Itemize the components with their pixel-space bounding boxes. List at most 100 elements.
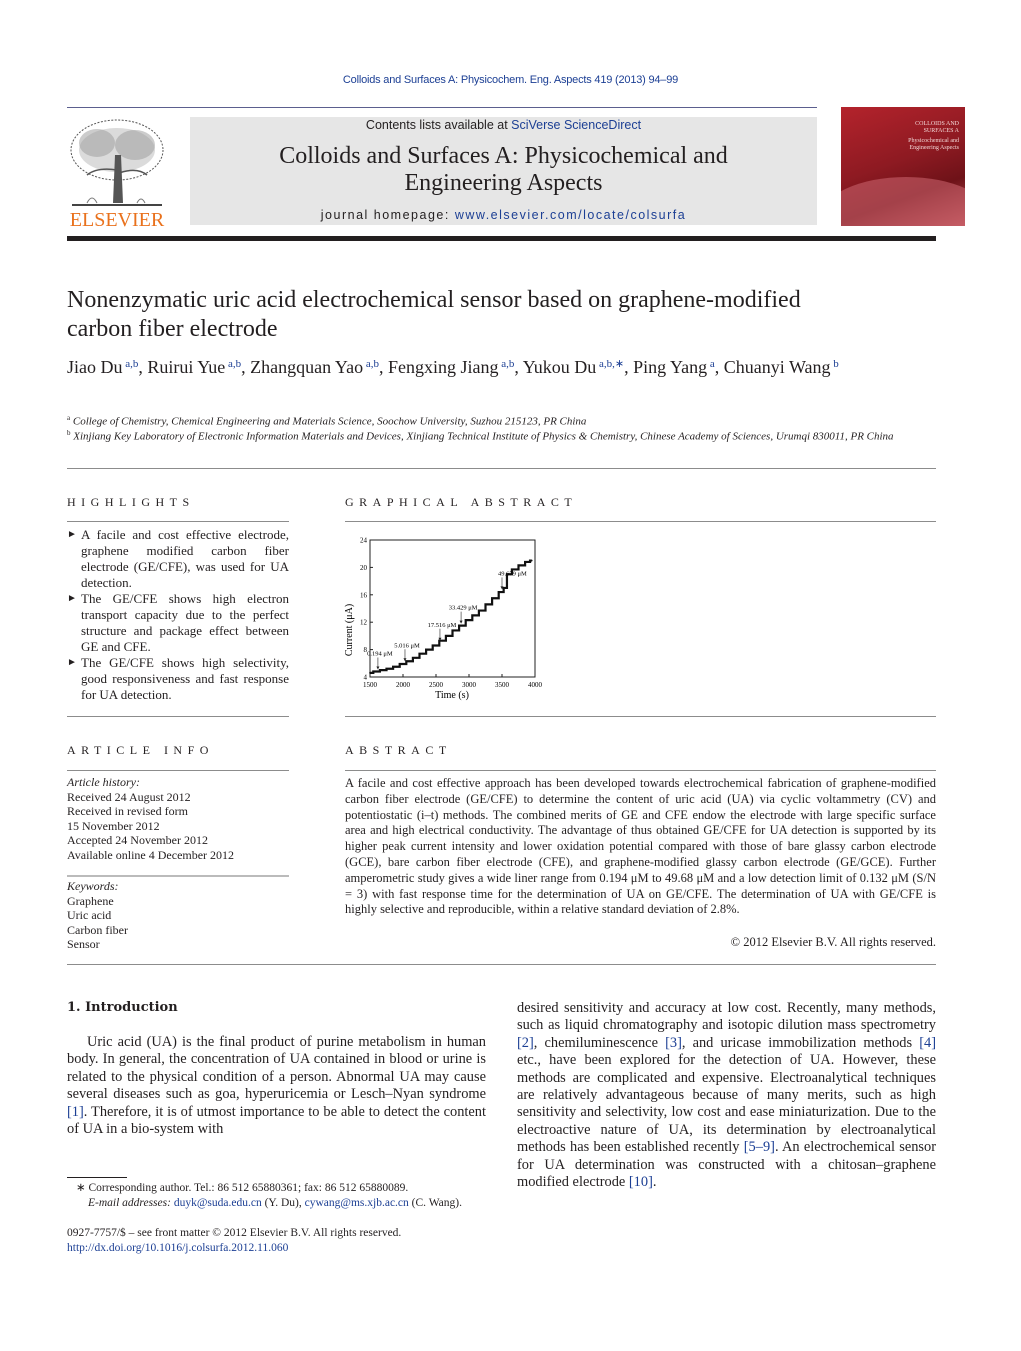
graphical-abstract-figure[interactable]: 1500 2000 2500 3000 3500 4000 4 8 12 16 20 24 0.194… xyxy=(340,532,550,702)
affiliation-mark: a xyxy=(67,414,71,422)
article-history-label: Article history: xyxy=(67,775,140,789)
author-separator: , xyxy=(379,357,388,377)
article-history: Article history: Received 24 August 2012… xyxy=(67,775,234,862)
reference-link[interactable]: [10] xyxy=(629,1174,653,1190)
body-text: . Therefore, it is of utmost importance … xyxy=(67,1103,486,1138)
author-name[interactable]: Chuanyi Wang xyxy=(724,357,831,377)
keyword-item: Sensor xyxy=(67,937,100,951)
author-list: Jiao Du a,b, Ruirui Yue a,b, Zhangquan Y… xyxy=(67,357,947,378)
bullet-triangle-icon: ► xyxy=(67,529,77,540)
email-link[interactable]: cywang@ms.xjb.ac.cn xyxy=(305,1197,409,1209)
email-owner: (Y. Du), xyxy=(261,1197,305,1209)
sciencedirect-link[interactable]: SciVerse ScienceDirect xyxy=(511,118,641,132)
y-tick-label: 4 xyxy=(364,674,368,682)
y-tick-label: 24 xyxy=(360,537,368,545)
keywords-label: Keywords: xyxy=(67,879,119,893)
divider xyxy=(67,964,936,965)
body-text: Uric acid (UA) is the final product of p… xyxy=(67,1034,486,1103)
reference-link[interactable]: [5–9] xyxy=(744,1139,775,1155)
affiliation-mark: b xyxy=(67,429,71,437)
contents-line: Contents lists available at SciVerse Sci… xyxy=(190,118,817,132)
reference-link[interactable]: [4] xyxy=(919,1035,936,1051)
divider xyxy=(345,521,936,522)
divider xyxy=(345,716,936,717)
author-affiliation-mark[interactable]: a,b xyxy=(363,358,379,370)
divider xyxy=(67,716,289,717)
author-name[interactable]: Zhangquan Yao xyxy=(250,357,363,377)
homepage-prefix: journal homepage: xyxy=(320,208,455,222)
elsevier-logo[interactable]: ELSEVIER xyxy=(67,115,167,231)
annotation-arrowhead xyxy=(459,620,463,624)
keywords: Keywords: Graphene Uric acid Carbon fibe… xyxy=(67,879,128,952)
data-point xyxy=(501,591,503,593)
data-point xyxy=(481,609,484,612)
author-separator: , xyxy=(624,357,634,377)
author-name[interactable]: Yukou Du xyxy=(523,357,597,377)
email-addresses: E-mail addresses: duyk@suda.edu.cn (Y. D… xyxy=(88,1196,462,1211)
author-name[interactable]: Ping Yang xyxy=(633,357,707,377)
data-point xyxy=(454,629,457,632)
author-separator: , xyxy=(514,357,523,377)
data-point xyxy=(395,665,398,668)
email-owner: (C. Wang). xyxy=(408,1197,462,1209)
highlight-item: ► The GE/CFE shows high selectivity, good… xyxy=(67,655,289,703)
elsevier-tree-icon: ELSEVIER xyxy=(70,119,165,231)
data-point xyxy=(421,652,424,655)
author-name[interactable]: Ruirui Yue xyxy=(147,357,225,377)
cover-decoration xyxy=(841,177,965,226)
annotation-label: 0.194 μM xyxy=(367,651,393,658)
reference-link[interactable]: [3] xyxy=(665,1035,682,1051)
author-name[interactable]: Fengxing Jiang xyxy=(388,357,499,377)
highlights-heading: HIGHLIGHTS xyxy=(67,495,195,509)
chart-axes: 1500 2000 2500 3000 3500 40004812162024 xyxy=(360,537,543,690)
data-point xyxy=(527,561,530,563)
x-tick-label: 3000 xyxy=(462,681,477,689)
email-link[interactable]: duyk@suda.edu.cn xyxy=(174,1197,262,1209)
abstract-heading: ABSTRACT xyxy=(345,743,452,757)
author-affiliation-mark[interactable]: a xyxy=(707,358,715,370)
bullet-triangle-icon: ► xyxy=(67,593,77,604)
introduction-heading: 1. Introduction xyxy=(67,1000,178,1015)
contents-prefix: Contents lists available at xyxy=(365,118,512,132)
data-point xyxy=(415,656,418,659)
annotation-label: 49.679 μM xyxy=(498,570,527,577)
email-label: E-mail addresses: xyxy=(88,1197,174,1209)
author-affiliation-mark[interactable]: a,b,∗ xyxy=(596,358,624,370)
journal-title: Colloids and Surfaces A: Physicochemical… xyxy=(190,143,817,197)
x-axis-label: Time (s) xyxy=(435,690,469,701)
homepage-link[interactable]: www.elsevier.com/locate/colsurfa xyxy=(455,208,686,222)
author-separator: , xyxy=(241,357,251,377)
author-affiliation-mark[interactable]: a,b xyxy=(123,358,138,370)
journal-citation[interactable]: Colloids and Surfaces A: Physicochem. En… xyxy=(0,74,1021,86)
abstract-text: A facile and cost effective approach has… xyxy=(345,776,936,917)
divider xyxy=(67,770,289,771)
data-point xyxy=(494,597,497,600)
reference-link[interactable]: [2] xyxy=(517,1035,534,1051)
data-point xyxy=(388,667,391,670)
current-time-chart: 1500 2000 2500 3000 3500 40004812162024 0.194… xyxy=(344,537,543,702)
highlight-text: The GE/CFE shows high electron transport… xyxy=(81,591,289,654)
y-tick-label: 16 xyxy=(360,591,368,599)
keyword-item: Uric acid xyxy=(67,908,112,922)
data-point xyxy=(530,559,533,562)
reference-link[interactable]: [1] xyxy=(67,1104,84,1120)
affiliation-text: Xinjiang Key Laboratory of Electronic In… xyxy=(73,430,894,443)
header-divider xyxy=(67,107,817,108)
annotation-label: 17.516 μM xyxy=(428,622,457,629)
body-text: desired sensitivity and accuracy at low … xyxy=(517,1000,936,1034)
body-text: , chemiluminescence xyxy=(533,1034,666,1051)
author-affiliation-mark[interactable]: a,b xyxy=(499,358,514,370)
history-item: Accepted 24 November 2012 xyxy=(67,833,208,847)
author-separator: , xyxy=(714,357,724,377)
journal-cover-image[interactable]: COLLOIDS AND SURFACES A Physicochemical … xyxy=(841,107,965,226)
footnote-rule xyxy=(67,1177,127,1178)
data-point xyxy=(474,614,477,617)
body-text: . xyxy=(652,1174,657,1191)
author-name[interactable]: Jiao Du xyxy=(67,357,123,377)
abstract-copyright: © 2012 Elsevier B.V. All rights reserved… xyxy=(730,935,936,949)
author-affiliation-mark[interactable]: a,b xyxy=(225,358,241,370)
introduction-right-column: desired sensitivity and accuracy at low … xyxy=(517,1000,936,1191)
doi-link[interactable]: http://dx.doi.org/10.1016/j.colsurfa.201… xyxy=(67,1241,288,1256)
article-title-line1: Nonenzymatic uric acid electrochemical s… xyxy=(67,287,801,313)
author-affiliation-mark[interactable]: b xyxy=(831,358,839,370)
